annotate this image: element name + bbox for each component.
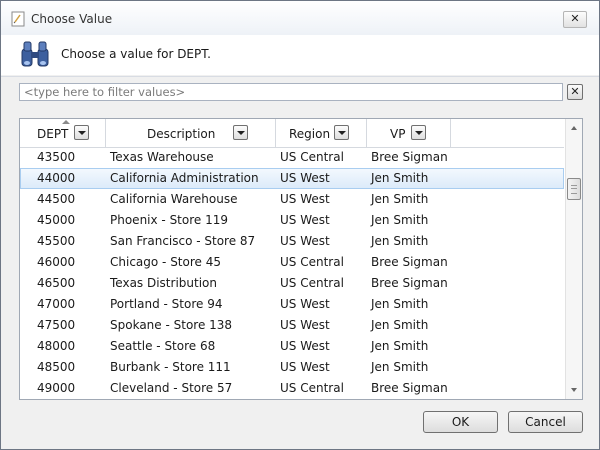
dialog-prompt: Choose a value for DEPT. [61, 47, 211, 61]
table-row[interactable]: 47500 Spokane - Store 138 US West Jen Smith [20, 315, 564, 336]
table-row[interactable]: 48000 Seattle - Store 68 US West Jen Smith [20, 336, 564, 357]
cell-dept: 48000 [37, 339, 76, 353]
cell-vp: Bree Sigman [371, 276, 448, 290]
cell-description: Burbank - Store 111 [110, 360, 231, 374]
column-label: Description [147, 127, 216, 141]
cell-dept: 43500 [37, 150, 76, 164]
column-header-vp[interactable]: VP [367, 119, 451, 147]
cell-region: US West [280, 192, 330, 206]
scroll-down-icon[interactable] [571, 388, 577, 392]
column-header-description[interactable]: Description [106, 119, 276, 147]
cell-region: US West [280, 339, 330, 353]
choose-value-dialog: Choose Value ✕ Choose a value for DEPT. … [0, 0, 600, 450]
cell-dept: 49000 [37, 381, 76, 395]
cell-description: California Administration [110, 171, 259, 185]
table-row[interactable]: 46500 Texas Distribution US Central Bree Si… [20, 273, 564, 294]
cell-dept: 47000 [37, 297, 76, 311]
cell-region: US West [280, 297, 330, 311]
table-row[interactable]: 46000 Chicago - Store 45 US Central Bree Si… [20, 252, 564, 273]
cell-dept: 48500 [37, 360, 76, 374]
sort-ascending-icon [62, 120, 70, 124]
cell-region: US Central [280, 255, 344, 269]
table-row[interactable]: 45000 Phoenix - Store 119 US West Jen Smith [20, 210, 564, 231]
column-label: Region [289, 127, 331, 141]
cell-description: San Francisco - Store 87 [110, 234, 256, 248]
cell-vp: Bree Sigman [371, 255, 448, 269]
filter-input[interactable] [19, 83, 563, 101]
cell-vp: Bree Sigman [371, 381, 448, 395]
table-row[interactable]: 44500 California Warehouse US West Jen Smit… [20, 189, 564, 210]
cell-dept: 46500 [37, 276, 76, 290]
table-row[interactable]: 49000 Cleveland - Store 57 US Central Bree … [20, 378, 564, 399]
window-title: Choose Value [31, 12, 113, 26]
cell-description: Chicago - Store 45 [110, 255, 221, 269]
column-header-dept[interactable]: DEPT [20, 119, 106, 147]
cell-dept: 46000 [37, 255, 76, 269]
column-header-region[interactable]: Region [276, 119, 367, 147]
cell-region: US Central [280, 381, 344, 395]
values-grid: DEPT Description Region VP 43500 Texas Wa… [19, 118, 583, 400]
cancel-button[interactable]: Cancel [508, 411, 583, 433]
cell-vp: Jen Smith [371, 360, 429, 374]
cell-region: US West [280, 234, 330, 248]
filter-dropdown-icon[interactable] [74, 125, 89, 140]
cell-dept: 44000 [37, 171, 76, 185]
filter-dropdown-icon[interactable] [233, 125, 248, 140]
cell-description: Texas Warehouse [110, 150, 214, 164]
cell-description: Cleveland - Store 57 [110, 381, 233, 395]
table-row-selected[interactable]: 44000 California Administration US West Jen… [20, 168, 564, 189]
cell-vp: Bree Sigman [371, 150, 448, 164]
cell-dept: 45000 [37, 213, 76, 227]
table-row[interactable]: 47000 Portland - Store 94 US West Jen Smith [20, 294, 564, 315]
cell-description: California Warehouse [110, 192, 238, 206]
table-row[interactable]: 43500 Texas Warehouse US Central Bree Sigma… [20, 147, 564, 168]
cell-region: US Central [280, 150, 344, 164]
table-row[interactable]: 45500 San Francisco - Store 87 US West Jen … [20, 231, 564, 252]
cell-region: US West [280, 171, 330, 185]
grid-rows: 43500 Texas Warehouse US Central Bree Sigma… [20, 147, 564, 399]
cell-description: Spokane - Store 138 [110, 318, 233, 332]
cell-vp: Jen Smith [371, 234, 429, 248]
filter-dropdown-icon[interactable] [334, 125, 349, 140]
filter-dropdown-icon[interactable] [411, 125, 426, 140]
grid-header: DEPT Description Region VP [20, 119, 564, 148]
cell-vp: Jen Smith [371, 213, 429, 227]
title-bar: Choose Value ✕ [1, 1, 599, 35]
cell-vp: Jen Smith [371, 297, 429, 311]
cell-region: US Central [280, 276, 344, 290]
dialog-header: Choose a value for DEPT. [1, 35, 599, 75]
scroll-up-icon[interactable] [571, 126, 577, 130]
cell-dept: 47500 [37, 318, 76, 332]
cell-region: US West [280, 213, 330, 227]
cell-vp: Jen Smith [371, 339, 429, 353]
cell-description: Seattle - Store 68 [110, 339, 216, 353]
scroll-thumb[interactable] [567, 178, 581, 200]
cell-description: Phoenix - Store 119 [110, 213, 229, 227]
dialog-icon [11, 11, 25, 27]
header-divider [1, 76, 599, 77]
column-label: DEPT [37, 127, 69, 141]
cell-region: US West [280, 360, 330, 374]
vertical-scrollbar[interactable] [565, 119, 582, 399]
column-label: VP [390, 127, 406, 141]
cell-dept: 45500 [37, 234, 76, 248]
binoculars-icon [21, 41, 49, 67]
close-button[interactable]: ✕ [563, 11, 587, 28]
cell-vp: Jen Smith [371, 171, 429, 185]
cell-dept: 44500 [37, 192, 76, 206]
table-row[interactable]: 48500 Burbank - Store 111 US West Jen Smith [20, 357, 564, 378]
cell-description: Portland - Store 94 [110, 297, 223, 311]
cell-region: US West [280, 318, 330, 332]
cell-description: Texas Distribution [110, 276, 217, 290]
cell-vp: Jen Smith [371, 192, 429, 206]
clear-filter-button[interactable]: ✕ [567, 84, 583, 100]
cell-vp: Jen Smith [371, 318, 429, 332]
ok-button[interactable]: OK [423, 411, 498, 433]
